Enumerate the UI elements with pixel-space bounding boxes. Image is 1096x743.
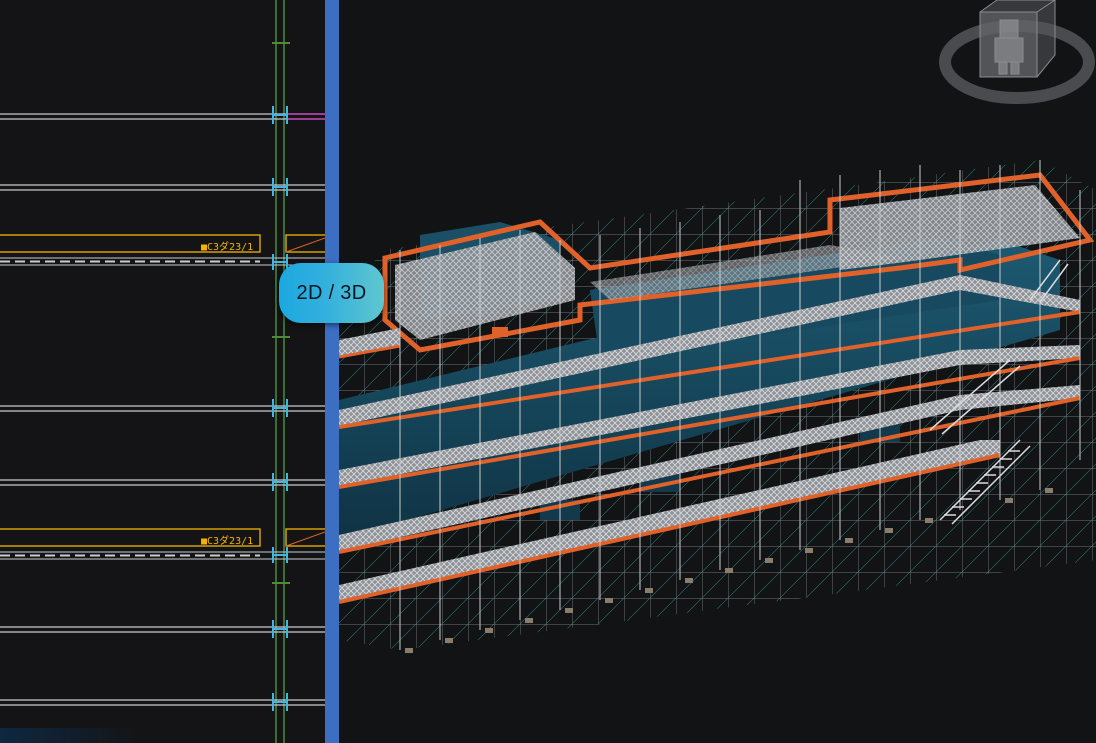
plan-drawing (0, 0, 325, 743)
split-view-divider[interactable] (325, 0, 339, 743)
model-view-3d[interactable] (339, 0, 1096, 743)
clamp-symbols (272, 106, 288, 711)
viewcube-control[interactable] (937, 0, 1096, 110)
view-mode-toggle-label: 2D / 3D (296, 281, 367, 304)
plan-tag: ■C3ダ23/1 (201, 536, 254, 547)
plan-tag: ■C3ダ23/1 (201, 242, 254, 253)
viewcube-icon (979, 0, 1056, 78)
plan-view-2d[interactable]: ■C3ダ23/1 ■C3ダ23/1 (0, 0, 325, 743)
scaffold-model (339, 160, 1096, 653)
view-mode-toggle-button[interactable]: 2D / 3D (279, 263, 384, 323)
